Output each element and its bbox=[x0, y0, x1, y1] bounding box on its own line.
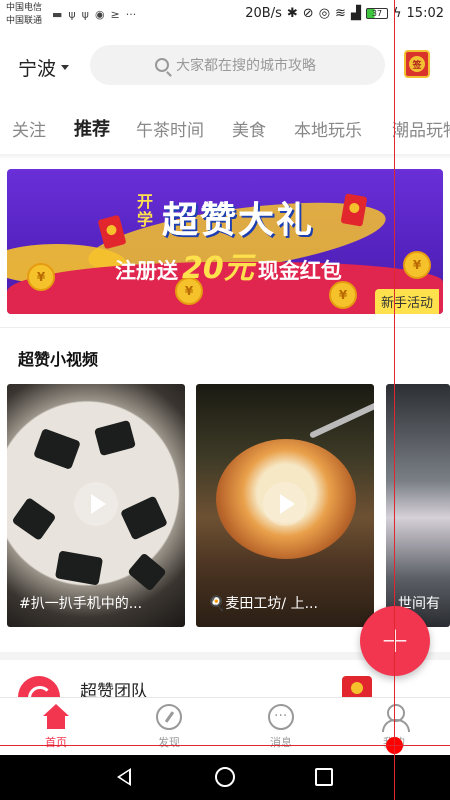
section-title: 超赞小视频 bbox=[18, 350, 99, 369]
banner-sub-prefix: 注册送 bbox=[115, 259, 178, 283]
tab-follow[interactable]: 关注 bbox=[12, 116, 46, 141]
food-shape bbox=[93, 419, 137, 457]
recents-icon[interactable] bbox=[315, 768, 333, 786]
top-header: 宁波 大家都在搜的城市攻略 签 bbox=[0, 42, 450, 88]
banner-corner-label: 新手活动 bbox=[374, 289, 439, 314]
search-bar[interactable]: 大家都在搜的城市攻略 bbox=[90, 45, 385, 85]
category-tabs: 关注 推荐 午茶时间 美食 本地玩乐 潮品玩物 bbox=[0, 108, 450, 150]
banner-title: 超赞大礼 bbox=[162, 200, 315, 241]
nav-home-label: 首页 bbox=[45, 736, 67, 749]
clock: 15:02 bbox=[406, 6, 444, 21]
add-post-button[interactable]: + bbox=[360, 606, 430, 676]
system-nav-bar bbox=[0, 755, 450, 800]
battery-icon: 37 bbox=[365, 8, 388, 19]
wifi-icon: ≋ bbox=[335, 6, 346, 21]
app-icon: ≥ bbox=[110, 8, 120, 21]
tab-local-fun[interactable]: 本地玩乐 bbox=[294, 116, 362, 141]
mute-icon: ⊘ bbox=[302, 6, 314, 21]
network-speed: 20B/s bbox=[245, 6, 282, 21]
banner-sub-suffix: 现金红包 bbox=[257, 259, 342, 283]
food-shape bbox=[54, 550, 104, 586]
city-name: 宁波 bbox=[18, 58, 57, 80]
food-shape bbox=[127, 552, 167, 592]
video-card[interactable]: 世间有 bbox=[386, 384, 450, 627]
home-circle-icon[interactable] bbox=[215, 767, 235, 787]
tab-trendy[interactable]: 潮品玩物 bbox=[392, 116, 450, 141]
truck-icon: ▬ bbox=[52, 8, 63, 21]
more-icon: ··· bbox=[125, 8, 137, 21]
usb-icon: ψ bbox=[68, 8, 76, 21]
carrier-info: 中国电信 中国联通 bbox=[6, 2, 42, 28]
search-icon bbox=[155, 58, 169, 72]
carrier-2: 中国联通 bbox=[6, 16, 43, 26]
fork-shape bbox=[308, 395, 374, 439]
nav-discover[interactable]: 发现 bbox=[134, 704, 204, 750]
nav-messages-label: 消息 bbox=[270, 736, 292, 749]
tab-afternoon-tea[interactable]: 午茶时间 bbox=[136, 116, 204, 141]
eye-icon: ◎ bbox=[318, 6, 331, 21]
video-caption: #扒一扒手机中的... bbox=[19, 596, 143, 612]
promo-banner[interactable]: ¥ ¥ ¥ ¥ 开学 超赞大礼 注册送 20元 现金红包 新手活动 bbox=[7, 169, 443, 314]
search-placeholder: 大家都在搜的城市攻略 bbox=[176, 58, 316, 74]
banner-tag: 开学 bbox=[136, 192, 153, 229]
bottom-nav: 首页 发现 消息 我的 bbox=[0, 697, 450, 755]
video-card[interactable]: #扒一扒手机中的... bbox=[7, 384, 185, 627]
video-carousel[interactable]: #扒一扒手机中的... 🍳麦田工坊/ 上... 世间有 bbox=[0, 384, 450, 627]
food-shape bbox=[33, 428, 81, 470]
food-shape bbox=[11, 496, 57, 542]
city-selector[interactable]: 宁波 bbox=[18, 54, 70, 81]
tabs-shadow bbox=[0, 154, 450, 160]
chat-icon bbox=[268, 704, 294, 730]
weibo-icon: ◉ bbox=[94, 8, 105, 21]
nav-discover-label: 发现 bbox=[158, 736, 180, 749]
banner-subtitle: 注册送 20元 现金红包 bbox=[115, 243, 342, 287]
video-card[interactable]: 🍳麦田工坊/ 上... bbox=[196, 384, 374, 627]
home-icon bbox=[42, 704, 70, 730]
coin-icon: ¥ bbox=[403, 251, 431, 279]
coin-icon: ¥ bbox=[27, 263, 55, 291]
signal-icon: ▟ bbox=[350, 6, 361, 21]
check-in-icon: 签 bbox=[409, 56, 425, 72]
nav-messages[interactable]: 消息 bbox=[246, 704, 316, 750]
caret-down-icon bbox=[61, 65, 70, 70]
banner-amount: 20元 bbox=[182, 251, 254, 286]
bluetooth-icon: ✱ bbox=[286, 6, 298, 21]
food-shape bbox=[120, 495, 168, 541]
pointer-guide-horizontal bbox=[0, 745, 450, 746]
status-right: 20B/s ✱ ⊘ ◎ ≋ ▟ 37 ϟ 15:02 bbox=[245, 6, 444, 21]
play-icon[interactable] bbox=[74, 482, 118, 526]
play-icon[interactable] bbox=[263, 482, 307, 526]
carrier-1: 中国电信 bbox=[6, 3, 43, 13]
check-in-button[interactable]: 签 bbox=[404, 50, 430, 78]
back-icon[interactable] bbox=[117, 768, 131, 786]
status-bar: 中国电信 中国联通 ▬ ψ ψ ◉ ≥ ··· 20B/s ✱ ⊘ ◎ ≋ ▟ … bbox=[0, 0, 450, 32]
notification-icons: ▬ ψ ψ ◉ ≥ ··· bbox=[52, 8, 136, 21]
nav-home[interactable]: 首页 bbox=[21, 704, 91, 750]
usb-icon: ψ bbox=[81, 8, 89, 21]
compass-icon bbox=[156, 704, 182, 730]
video-caption: 🍳麦田工坊/ 上... bbox=[208, 596, 318, 612]
tab-food[interactable]: 美食 bbox=[232, 116, 266, 141]
tab-recommend[interactable]: 推荐 bbox=[74, 115, 110, 141]
pointer-guide-vertical bbox=[394, 0, 395, 800]
divider bbox=[0, 327, 450, 328]
